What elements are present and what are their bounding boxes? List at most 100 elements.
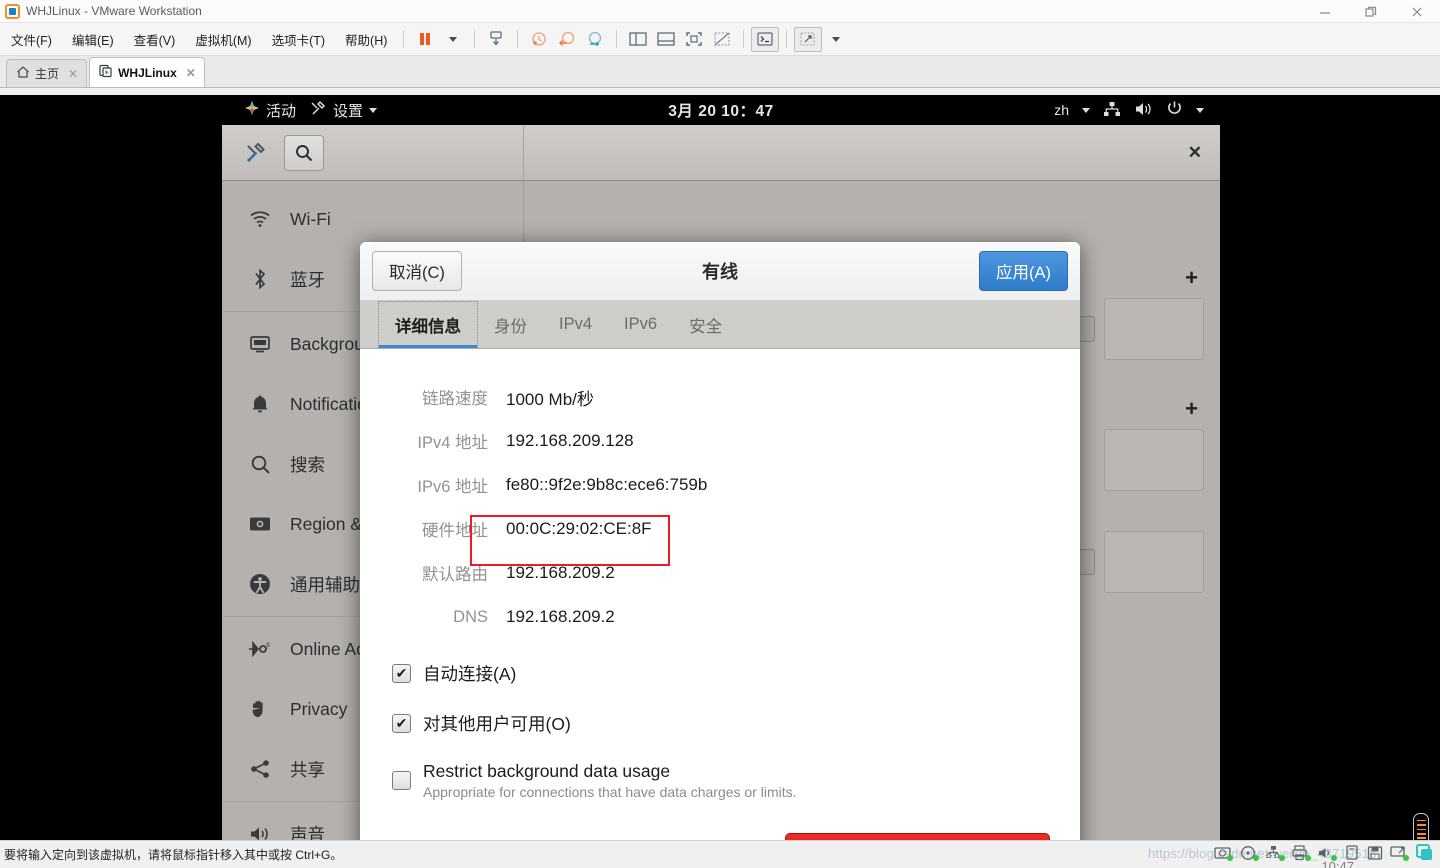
snapshot-manager-icon[interactable] <box>581 27 609 52</box>
tab-ipv4[interactable]: IPv4 <box>543 301 608 348</box>
tab-home-label: 主页 <box>35 65 59 82</box>
option-available-to-other-users[interactable]: ✔ 对其他用户可用(O) <box>392 711 1080 736</box>
detail-row-dns: DNS 192.168.209.2 <box>390 595 1080 639</box>
detail-value-ipv4-address: 192.168.209.128 <box>506 431 634 451</box>
dialog-details-panel: 链路速度 1000 Mb/秒 IPv4 地址 192.168.209.128 I… <box>360 349 1080 868</box>
search-icon[interactable] <box>284 135 324 171</box>
vmware-titlebar: WHJLinux - VMware Workstation <box>0 0 1440 23</box>
vm-guest-screen[interactable]: 活动 设置 3月 20 10：47 zh <box>0 95 1440 840</box>
menu-tabs[interactable]: 选项卡(T) <box>263 26 334 53</box>
detail-label-dns: DNS <box>390 608 488 627</box>
system-menu-chevron-down-icon[interactable] <box>1196 108 1204 113</box>
settings-close-button[interactable]: ✕ <box>1188 143 1202 163</box>
tab-home-close-icon[interactable]: ✕ <box>68 67 78 81</box>
fullscreen-icon[interactable] <box>680 27 708 52</box>
snapshot-revert-icon[interactable] <box>553 27 581 52</box>
disk-icon[interactable] <box>1214 845 1233 864</box>
detail-value-dns: 192.168.209.2 <box>506 607 615 627</box>
stretch-dropdown-caret-icon[interactable] <box>822 27 850 52</box>
detail-label-link-speed: 链路速度 <box>390 385 488 409</box>
network-card-2 <box>1104 429 1204 491</box>
tab-whjlinux-close-icon[interactable]: ✕ <box>186 66 196 80</box>
printer-icon[interactable] <box>1292 845 1311 864</box>
sidebar-item-bluetooth-label: 蓝牙 <box>290 267 325 292</box>
add-network-button-1[interactable]: + <box>1185 265 1198 291</box>
vmware-menubar: 文件(F) 编辑(E) 查看(V) 虚拟机(M) 选项卡(T) 帮助(H) <box>0 23 1440 56</box>
menu-help[interactable]: 帮助(H) <box>336 26 396 53</box>
wifi-icon <box>248 210 272 228</box>
available-to-other-users-label: 对其他用户可用(O) <box>423 711 571 736</box>
search-icon <box>248 454 272 475</box>
menu-vm[interactable]: 虚拟机(M) <box>186 26 260 53</box>
gnome-top-bar: 活动 设置 3月 20 10：47 zh <box>222 95 1220 125</box>
tab-whjlinux[interactable]: WHJLinux ✕ <box>89 57 205 87</box>
option-auto-connect[interactable]: ✔ 自动连接(A) <box>392 661 1080 686</box>
share-icon <box>248 759 272 779</box>
volume-icon[interactable] <box>1134 101 1153 120</box>
dialog-tab-bar: 详细信息 身份 IPv4 IPv6 安全 <box>360 301 1080 349</box>
detail-row-ipv4-address: IPv4 地址 192.168.209.128 <box>390 419 1080 463</box>
vm-tab-strip: 主页 ✕ WHJLinux ✕ <box>0 56 1440 88</box>
option-restrict-background-data[interactable]: Restrict background data usage Appropria… <box>392 761 1080 800</box>
vm-icon <box>99 64 113 81</box>
statusbar-device-tray <box>1214 844 1434 865</box>
wired-connection-dialog: 取消(C) 有线 应用(A) 详细信息 身份 IPv4 IPv6 安全 链路速度… <box>360 242 1080 868</box>
toolbar-separator <box>786 30 787 48</box>
maximize-restore-button[interactable] <box>1348 0 1394 23</box>
sidebar-item-wifi[interactable]: Wi-Fi <box>222 189 523 249</box>
ipv4-address-highlight-box <box>470 515 670 566</box>
svg-text:s: s <box>266 640 270 649</box>
add-network-button-2[interactable]: + <box>1185 396 1198 422</box>
tab-identity[interactable]: 身份 <box>478 301 543 348</box>
menu-edit[interactable]: 编辑(E) <box>63 26 123 53</box>
show-bottom-panel-icon[interactable] <box>652 27 680 52</box>
tab-security[interactable]: 安全 <box>673 301 738 348</box>
toolbar-separator <box>474 30 475 48</box>
sound-icon[interactable] <box>1318 845 1337 864</box>
display-icon[interactable] <box>1390 845 1409 864</box>
menu-file[interactable]: 文件(F) <box>2 26 61 53</box>
pause-dropdown-caret-icon[interactable] <box>439 27 467 52</box>
snapshot-take-icon[interactable] <box>525 27 553 52</box>
sidebar-item-search-label: 搜索 <box>290 452 325 477</box>
network-wired-icon[interactable] <box>1103 101 1121 120</box>
bluetooth-icon <box>248 268 272 290</box>
cd-icon[interactable] <box>1240 845 1259 864</box>
detail-row-link-speed: 链路速度 1000 Mb/秒 <box>390 375 1080 419</box>
show-sidebar-icon[interactable] <box>624 27 652 52</box>
restrict-background-data-checkbox[interactable] <box>392 771 411 790</box>
floppy-icon[interactable] <box>1367 845 1383 864</box>
tools-icon[interactable] <box>236 135 276 171</box>
stretch-guest-icon[interactable] <box>794 27 822 52</box>
minimize-button[interactable] <box>1302 0 1348 23</box>
available-to-other-users-checkbox[interactable]: ✔ <box>392 714 411 733</box>
power-icon[interactable] <box>1166 100 1183 120</box>
close-button[interactable] <box>1394 0 1440 23</box>
tab-ipv6[interactable]: IPv6 <box>608 301 673 348</box>
input-source-chevron-down-icon[interactable] <box>1082 108 1090 113</box>
auto-connect-label: 自动连接(A) <box>423 661 516 686</box>
menu-view[interactable]: 查看(V) <box>125 26 185 53</box>
sidebar-item-wifi-label: Wi-Fi <box>290 209 331 230</box>
window-title: WHJLinux - VMware Workstation <box>26 4 202 18</box>
network-icon[interactable] <box>1266 845 1285 864</box>
unity-mode-icon[interactable] <box>708 27 736 52</box>
sidebar-item-sharing-label: 共享 <box>290 757 325 782</box>
tab-details[interactable]: 详细信息 <box>378 301 478 348</box>
sound-icon <box>248 825 272 840</box>
console-icon[interactable] <box>751 27 779 52</box>
privacy-icon <box>248 699 272 719</box>
dialog-headerbar: 取消(C) 有线 应用(A) <box>360 242 1080 301</box>
snapshot-save-icon[interactable] <box>482 27 510 52</box>
toolbar-separator <box>403 30 404 48</box>
gnome-input-source[interactable]: zh <box>1054 102 1069 118</box>
settings-headerbar: ✕ <box>222 125 1220 181</box>
tab-home[interactable]: 主页 ✕ <box>6 59 87 87</box>
pause-icon[interactable] <box>411 27 439 52</box>
window-controls <box>1302 0 1440 23</box>
vmtools-icon[interactable] <box>1416 844 1434 865</box>
toolbar-separator <box>616 30 617 48</box>
usb-icon[interactable] <box>1344 845 1360 864</box>
network-card-3 <box>1104 531 1204 593</box>
auto-connect-checkbox[interactable]: ✔ <box>392 664 411 683</box>
